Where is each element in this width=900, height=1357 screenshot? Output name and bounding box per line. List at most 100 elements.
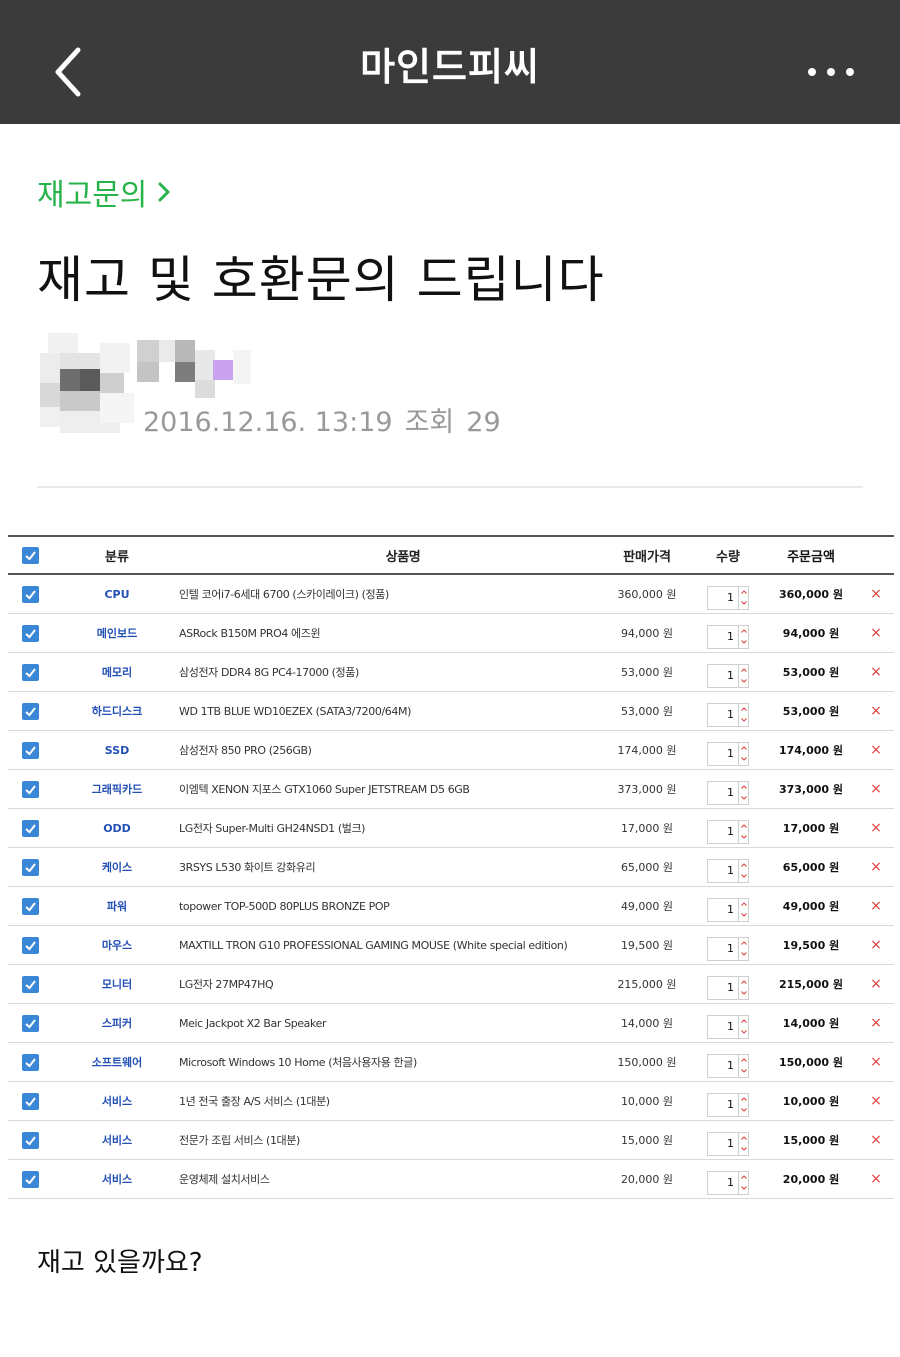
qty-down-button[interactable] <box>739 676 748 687</box>
post-category-link[interactable]: 재고문의 <box>37 170 171 214</box>
qty-up-button[interactable] <box>739 977 748 988</box>
quantity-value[interactable]: 1 <box>708 587 738 609</box>
qty-up-button[interactable] <box>739 1133 748 1144</box>
quantity-stepper[interactable]: 1 <box>707 1131 749 1156</box>
row-checkbox[interactable] <box>22 1170 39 1188</box>
qty-up-button[interactable] <box>739 782 748 793</box>
qty-up-button[interactable] <box>739 938 748 949</box>
qty-up-button[interactable] <box>739 860 748 871</box>
qty-down-button[interactable] <box>739 1066 748 1077</box>
quantity-stepper[interactable]: 1 <box>707 975 749 1000</box>
row-checkbox[interactable] <box>22 702 39 720</box>
row-checkbox[interactable] <box>22 741 39 759</box>
qty-down-button[interactable] <box>739 754 748 765</box>
row-product-name[interactable]: 이엠텍 XENON 지포스 GTX1060 Super JETSTREAM D5… <box>179 770 609 808</box>
row-product-name[interactable]: 삼성전자 DDR4 8G PC4-17000 (정품) <box>179 653 609 691</box>
qty-up-button[interactable] <box>739 587 748 598</box>
qty-up-button[interactable] <box>739 1016 748 1027</box>
quantity-value[interactable]: 1 <box>708 665 738 687</box>
quantity-value[interactable]: 1 <box>708 1172 738 1194</box>
qty-down-button[interactable] <box>739 988 748 999</box>
row-product-name[interactable]: Meic Jackpot X2 Bar Speaker <box>179 1004 609 1042</box>
qty-down-button[interactable] <box>739 949 748 960</box>
quantity-stepper[interactable]: 1 <box>707 897 749 922</box>
close-x-icon[interactable]: × <box>870 899 882 913</box>
qty-down-button[interactable] <box>739 1183 748 1194</box>
row-product-name[interactable]: LG전자 Super-Multi GH24NSD1 (벌크) <box>179 809 609 847</box>
row-checkbox[interactable] <box>22 897 39 915</box>
qty-up-button[interactable] <box>739 1172 748 1183</box>
quantity-value[interactable]: 1 <box>708 938 738 960</box>
quantity-stepper[interactable]: 1 <box>707 858 749 883</box>
row-checkbox[interactable] <box>22 585 39 603</box>
qty-up-button[interactable] <box>739 1055 748 1066</box>
close-x-icon[interactable]: × <box>870 665 882 679</box>
row-product-name[interactable]: ASRock B150M PRO4 에즈윈 <box>179 614 609 652</box>
close-x-icon[interactable]: × <box>870 977 882 991</box>
row-product-name[interactable]: 1년 전국 출장 A/S 서비스 (1대분) <box>179 1082 609 1120</box>
qty-up-button[interactable] <box>739 626 748 637</box>
row-checkbox[interactable] <box>22 1053 39 1071</box>
quantity-value[interactable]: 1 <box>708 821 738 843</box>
row-checkbox[interactable] <box>22 1014 39 1032</box>
quantity-value[interactable]: 1 <box>708 782 738 804</box>
row-checkbox[interactable] <box>22 936 39 954</box>
avatar[interactable] <box>40 333 138 445</box>
quantity-value[interactable]: 1 <box>708 860 738 882</box>
select-all-checkbox[interactable] <box>22 546 39 564</box>
row-product-name[interactable]: topower TOP-500D 80PLUS BRONZE POP <box>179 887 609 925</box>
qty-down-button[interactable] <box>739 1105 748 1116</box>
row-product-name[interactable]: 삼성전자 850 PRO (256GB) <box>179 731 609 769</box>
qty-up-button[interactable] <box>739 704 748 715</box>
qty-down-button[interactable] <box>739 1144 748 1155</box>
quantity-value[interactable]: 1 <box>708 899 738 921</box>
qty-down-button[interactable] <box>739 910 748 921</box>
close-x-icon[interactable]: × <box>870 1016 882 1030</box>
row-checkbox[interactable] <box>22 624 39 642</box>
more-button[interactable] <box>806 60 856 84</box>
qty-up-button[interactable] <box>739 1094 748 1105</box>
quantity-value[interactable]: 1 <box>708 743 738 765</box>
quantity-stepper[interactable]: 1 <box>707 1014 749 1039</box>
qty-down-button[interactable] <box>739 793 748 804</box>
qty-down-button[interactable] <box>739 598 748 609</box>
row-checkbox[interactable] <box>22 663 39 681</box>
close-x-icon[interactable]: × <box>870 587 882 601</box>
qty-down-button[interactable] <box>739 637 748 648</box>
row-checkbox[interactable] <box>22 819 39 837</box>
row-checkbox[interactable] <box>22 975 39 993</box>
close-x-icon[interactable]: × <box>870 782 882 796</box>
quantity-stepper[interactable]: 1 <box>707 585 749 610</box>
close-x-icon[interactable]: × <box>870 821 882 835</box>
row-product-name[interactable]: 인텔 코어i7-6세대 6700 (스카이레이크) (정품) <box>179 575 609 613</box>
quantity-value[interactable]: 1 <box>708 626 738 648</box>
close-x-icon[interactable]: × <box>870 626 882 640</box>
qty-up-button[interactable] <box>739 899 748 910</box>
close-x-icon[interactable]: × <box>870 1172 882 1186</box>
quantity-stepper[interactable]: 1 <box>707 741 749 766</box>
row-checkbox[interactable] <box>22 858 39 876</box>
quantity-stepper[interactable]: 1 <box>707 702 749 727</box>
qty-up-button[interactable] <box>739 821 748 832</box>
quantity-value[interactable]: 1 <box>708 1055 738 1077</box>
quantity-stepper[interactable]: 1 <box>707 936 749 961</box>
row-checkbox[interactable] <box>22 780 39 798</box>
row-product-name[interactable]: Microsoft Windows 10 Home (처음사용자용 한글) <box>179 1043 609 1081</box>
close-x-icon[interactable]: × <box>870 1133 882 1147</box>
quantity-stepper[interactable]: 1 <box>707 819 749 844</box>
qty-up-button[interactable] <box>739 743 748 754</box>
qty-up-button[interactable] <box>739 665 748 676</box>
close-x-icon[interactable]: × <box>870 938 882 952</box>
qty-down-button[interactable] <box>739 871 748 882</box>
row-checkbox[interactable] <box>22 1131 39 1149</box>
quantity-stepper[interactable]: 1 <box>707 1092 749 1117</box>
quantity-value[interactable]: 1 <box>708 1133 738 1155</box>
row-product-name[interactable]: MAXTILL TRON G10 PROFESSIONAL GAMING MOU… <box>179 926 609 964</box>
quantity-value[interactable]: 1 <box>708 977 738 999</box>
qty-down-button[interactable] <box>739 832 748 843</box>
close-x-icon[interactable]: × <box>870 860 882 874</box>
row-product-name[interactable]: WD 1TB BLUE WD10EZEX (SATA3/7200/64M) <box>179 692 609 730</box>
row-product-name[interactable]: 3RSYS L530 화이트 강화유리 <box>179 848 609 886</box>
quantity-stepper[interactable]: 1 <box>707 624 749 649</box>
quantity-value[interactable]: 1 <box>708 1016 738 1038</box>
